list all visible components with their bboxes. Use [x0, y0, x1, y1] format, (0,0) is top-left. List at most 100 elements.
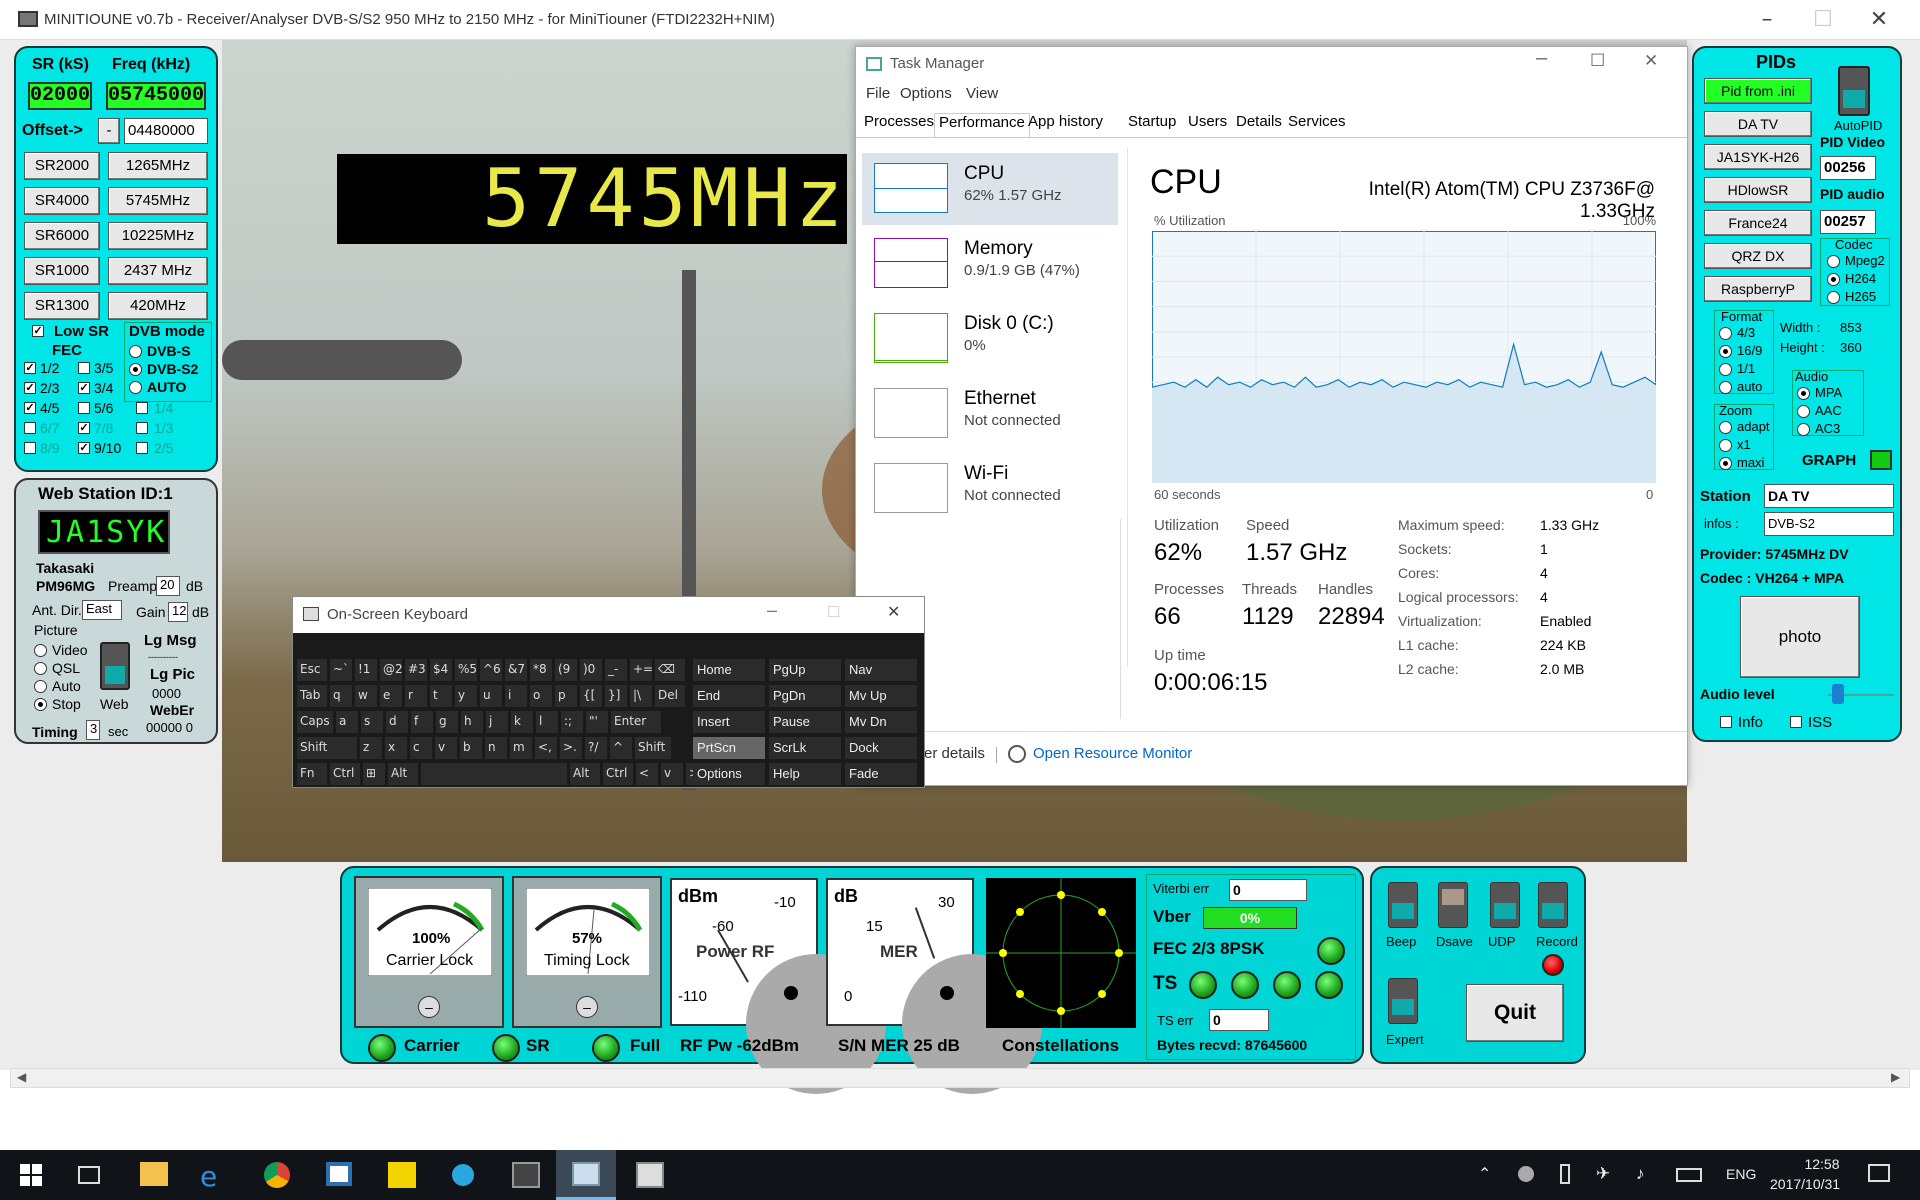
- fec-checkbox[interactable]: ✓: [78, 422, 90, 434]
- chrome-icon[interactable]: [264, 1162, 290, 1188]
- osk-nav-key[interactable]: Help: [769, 763, 841, 785]
- format-radio[interactable]: [1719, 381, 1732, 394]
- fec-checkbox[interactable]: [136, 402, 148, 414]
- pid-video-input[interactable]: 00256: [1820, 156, 1876, 180]
- osk-key[interactable]: :;: [561, 711, 583, 733]
- osk-key[interactable]: {[: [580, 685, 602, 707]
- start-icon[interactable]: [20, 1164, 42, 1186]
- osk-key[interactable]: y: [455, 685, 477, 707]
- fec-checkbox[interactable]: [24, 422, 36, 434]
- sr-preset-button[interactable]: SR1000: [24, 257, 100, 285]
- audio-radio[interactable]: [1797, 387, 1810, 400]
- picture-radio[interactable]: [34, 662, 47, 675]
- infos-input[interactable]: DVB-S2: [1764, 512, 1894, 536]
- osk-key[interactable]: !1: [355, 659, 377, 681]
- audio-radio[interactable]: [1797, 423, 1810, 436]
- fec-checkbox[interactable]: [136, 442, 148, 454]
- tm-side-item[interactable]: Memory 0.9/1.9 GB (47%): [862, 228, 1118, 300]
- osk-nav-key[interactable]: Nav: [845, 659, 917, 681]
- tm-side-item[interactable]: Wi-Fi Not connected: [862, 453, 1118, 525]
- pid-preset-button[interactable]: RaspberryP: [1704, 276, 1812, 302]
- tm-side-item[interactable]: Ethernet Not connected: [862, 378, 1118, 450]
- osk-key[interactable]: _-: [605, 659, 627, 681]
- picture-radio[interactable]: [34, 698, 47, 711]
- pid-preset-button[interactable]: QRZ DX: [1704, 243, 1812, 269]
- osk-key[interactable]: u: [480, 685, 502, 707]
- sr-preset-button[interactable]: SR4000: [24, 187, 100, 215]
- osk-key[interactable]: Ctrl: [603, 763, 633, 785]
- tm-maximize-button[interactable]: ☐: [1590, 51, 1605, 71]
- osk-key[interactable]: Shift: [635, 737, 671, 759]
- osk-key[interactable]: g: [436, 711, 458, 733]
- info-checkbox[interactable]: [1720, 716, 1732, 728]
- osk-key[interactable]: (9: [555, 659, 577, 681]
- maximize-button[interactable]: ☐: [1800, 6, 1846, 34]
- photo-button[interactable]: photo: [1740, 596, 1860, 678]
- minimize-button[interactable]: –: [1744, 6, 1790, 34]
- fec-checkbox[interactable]: ✓: [78, 382, 90, 394]
- sr-preset-button[interactable]: SR6000: [24, 222, 100, 250]
- zoom-radio[interactable]: [1719, 457, 1732, 470]
- audio-radio[interactable]: [1797, 405, 1810, 418]
- file-explorer-icon[interactable]: [140, 1162, 168, 1186]
- zoom-radio[interactable]: [1719, 439, 1732, 452]
- fec-checkbox[interactable]: ✓: [24, 362, 36, 374]
- freq-preset-button[interactable]: 420MHz: [108, 292, 208, 320]
- tm-menu-view[interactable]: View: [966, 85, 998, 102]
- autopid-toggle[interactable]: [1838, 66, 1870, 116]
- fec-checkbox[interactable]: ✓: [24, 382, 36, 394]
- tm-tab[interactable]: Details: [1232, 113, 1286, 137]
- freq-preset-button[interactable]: 1265MHz: [108, 152, 208, 180]
- minitioune-taskbar-icon[interactable]: [512, 1162, 540, 1188]
- osk-key[interactable]: k: [511, 711, 533, 733]
- edge-icon[interactable]: e: [200, 1160, 217, 1193]
- osk-key[interactable]: a: [336, 711, 358, 733]
- osk-key[interactable]: Esc: [297, 659, 327, 681]
- freq-preset-button[interactable]: 10225MHz: [108, 222, 208, 250]
- fec-checkbox[interactable]: [24, 442, 36, 454]
- graph-toggle[interactable]: [1870, 450, 1892, 470]
- osk-key[interactable]: v: [435, 737, 457, 759]
- yellow-app-icon[interactable]: [388, 1162, 416, 1188]
- osk-key[interactable]: $4: [430, 659, 452, 681]
- osk-key[interactable]: @2: [380, 659, 403, 681]
- osk-key[interactable]: l: [536, 711, 558, 733]
- freq-value[interactable]: 05745000: [106, 82, 206, 110]
- web-toggle-switch[interactable]: [100, 642, 130, 690]
- osk-key[interactable]: Caps: [297, 711, 333, 733]
- airplane-icon[interactable]: ✈: [1596, 1164, 1610, 1184]
- osk-key[interactable]: ^: [610, 737, 632, 759]
- osk-key[interactable]: q: [330, 685, 352, 707]
- picture-radio[interactable]: [34, 644, 47, 657]
- osk-key[interactable]: #3: [405, 659, 427, 681]
- osk-key[interactable]: Fn: [297, 763, 327, 785]
- osk-nav-key[interactable]: Mv Dn: [845, 711, 917, 733]
- osk-key[interactable]: <: [636, 763, 658, 785]
- osk-maximize-button[interactable]: ☐: [827, 603, 840, 621]
- clock-time[interactable]: 12:58: [1792, 1156, 1852, 1172]
- osk-nav-key[interactable]: Options: [693, 763, 765, 785]
- scroll-left-arrow[interactable]: ◀: [17, 1070, 26, 1084]
- gain-input[interactable]: 12: [168, 602, 188, 622]
- tm-tab[interactable]: Users: [1184, 113, 1231, 137]
- low-sr-checkbox[interactable]: ✓: [32, 325, 44, 337]
- osk-key[interactable]: m: [510, 737, 532, 759]
- osk-key[interactable]: t: [430, 685, 452, 707]
- osk-key[interactable]: ~`: [330, 659, 352, 681]
- toggle-switch[interactable]: [1490, 882, 1520, 928]
- osk-nav-key[interactable]: Mv Up: [845, 685, 917, 707]
- osk-close-button[interactable]: ✕: [887, 602, 900, 622]
- osk-key[interactable]: o: [530, 685, 552, 707]
- codec-radio[interactable]: [1827, 273, 1840, 286]
- dvb-s2-radio[interactable]: [129, 363, 142, 376]
- osk-key[interactable]: ?/: [585, 737, 607, 759]
- tray-chevron-icon[interactable]: ⌃: [1478, 1164, 1491, 1184]
- tm-tab[interactable]: Processes: [860, 113, 938, 137]
- osk-key[interactable]: s: [361, 711, 383, 733]
- osk-key[interactable]: "': [586, 711, 608, 733]
- tm-tab[interactable]: App history: [1024, 113, 1107, 137]
- offset-input[interactable]: 04480000: [124, 118, 208, 144]
- horizontal-scrollbar[interactable]: ◀ ▶: [10, 1068, 1910, 1088]
- task-view-icon[interactable]: [78, 1166, 100, 1184]
- osk-key[interactable]: *8: [530, 659, 552, 681]
